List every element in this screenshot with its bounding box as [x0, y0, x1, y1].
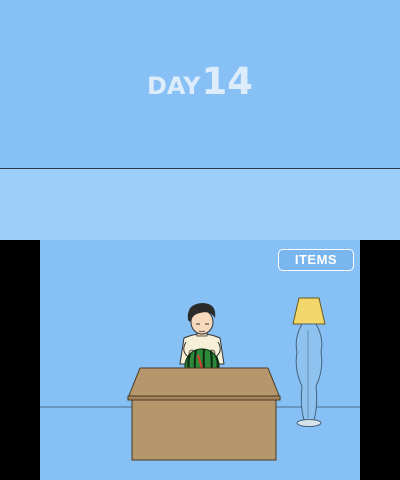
day-prefix: DAY — [146, 72, 201, 100]
day-counter: DAY14 — [0, 60, 400, 104]
top-screen: DAY14 — [0, 0, 400, 168]
desk-icon[interactable] — [127, 367, 281, 461]
day-number: 14 — [201, 60, 254, 103]
right-bezel — [360, 240, 400, 480]
items-button[interactable]: ITEMS — [278, 249, 354, 271]
status-band — [0, 169, 400, 240]
left-bezel — [0, 240, 40, 480]
game-scene[interactable]: ITEMS — [40, 240, 360, 480]
scene-art — [40, 297, 360, 461]
